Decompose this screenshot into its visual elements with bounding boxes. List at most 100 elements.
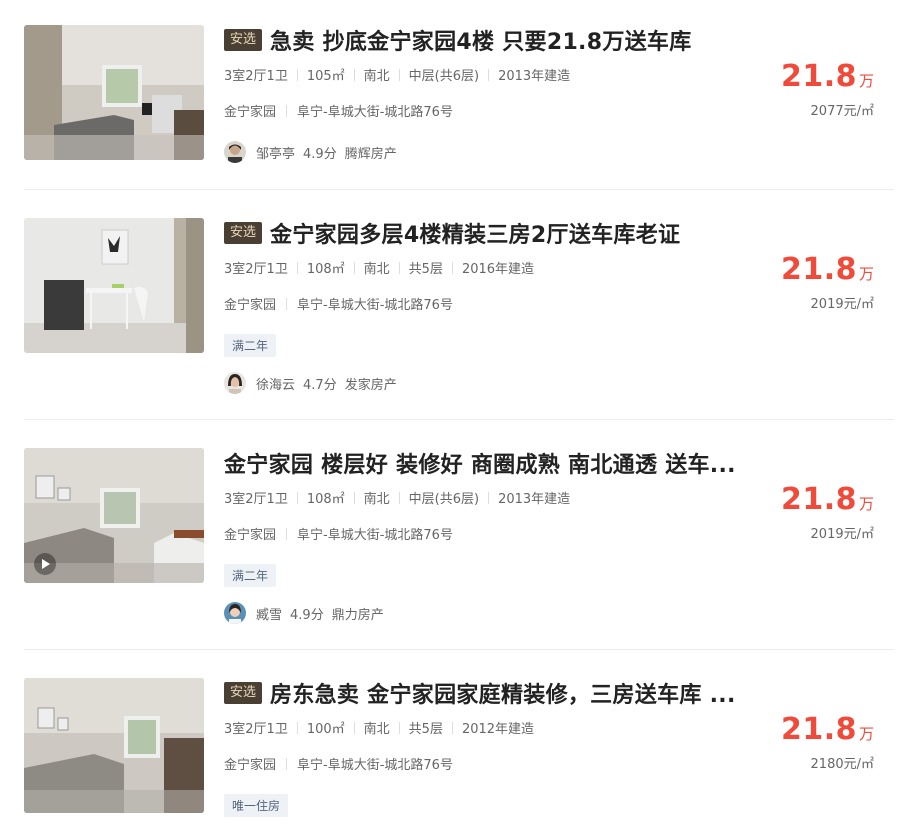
area: 108㎡ [306, 492, 345, 507]
listing-photo[interactable] [24, 25, 204, 160]
floor: 共5层 [408, 722, 443, 737]
address: 阜宁-阜城大街-城北路76号 [297, 298, 453, 313]
video-play-icon[interactable] [34, 553, 56, 575]
divider [286, 757, 288, 770]
listing-card[interactable]: 金宁家园 楼层好 装修好 商圈成熟 南北通透 送车... 3室2厅1卫 108㎡… [24, 448, 894, 650]
community-name[interactable]: 金宁家园 [224, 101, 276, 120]
floor: 中层(共6层) [408, 492, 480, 507]
address: 阜宁-阜城大街-城北路76号 [297, 528, 453, 543]
room-layout: 3室2厅1卫 [224, 262, 288, 277]
agent-name: 徐海云 [256, 377, 296, 393]
listing-card[interactable]: 安选 房东急卖 金宁家园家庭精装修，三房送车库 ... 3室2厅1卫 100㎡ … [24, 678, 894, 828]
listing-photo[interactable] [24, 218, 204, 353]
divider [398, 261, 400, 274]
divider [398, 721, 400, 734]
feature-tag: 满二年 [224, 564, 277, 587]
price-block: 21.8 万 2019元/㎡ [781, 482, 874, 542]
price-block: 21.8 万 2180元/㎡ [781, 712, 874, 772]
agent-info[interactable]: 邹亭亭 4.9分 腾辉房产 [224, 141, 397, 163]
agent-info[interactable]: 徐海云 4.7分 发家房产 [224, 372, 397, 394]
listing-photo[interactable] [24, 448, 204, 583]
divider [353, 68, 355, 81]
total-price: 21.8 [780, 712, 857, 747]
divider [353, 721, 355, 734]
price-unit: 万 [858, 265, 874, 283]
feature-tag: 满二年 [224, 334, 277, 357]
total-price: 21.8 [780, 482, 857, 517]
address: 阜宁-阜城大街-城北路76号 [297, 758, 453, 773]
agent-info[interactable]: 臧雪 4.9分 鼎力房产 [224, 602, 384, 624]
divider [286, 104, 288, 117]
unit-price: 2077元/㎡ [810, 104, 874, 119]
build-year: 2016年建造 [461, 262, 535, 277]
divider [451, 261, 453, 274]
listing-title[interactable]: 金宁家园 楼层好 装修好 商圈成熟 南北通透 送车... [224, 447, 736, 479]
divider [286, 297, 288, 310]
listing-location: 金宁家园 阜宁-阜城大街-城北路76号 [224, 101, 453, 120]
divider [398, 491, 400, 504]
divider [296, 68, 298, 81]
agent-avatar [224, 141, 246, 163]
agent-score: 4.9分 [303, 146, 337, 162]
listing-divider [24, 189, 894, 190]
listing-title[interactable]: 急卖 抄底金宁家园4楼 只要21.8万送车库 [270, 24, 692, 56]
listing-attributes: 3室2厅1卫 100㎡ 南北 共5层 2012年建造 [224, 718, 534, 737]
agent-company: 鼎力房产 [331, 607, 384, 623]
agent-avatar [224, 372, 246, 394]
floor: 中层(共6层) [408, 69, 480, 84]
divider [398, 68, 400, 81]
community-name[interactable]: 金宁家园 [224, 754, 276, 773]
listing-title-row[interactable]: 安选 金宁家园多层4楼精装三房2厅送车库老证 [224, 218, 784, 248]
listing-title-row[interactable]: 金宁家园 楼层好 装修好 商圈成熟 南北通透 送车... [224, 448, 784, 478]
listing-divider [24, 419, 894, 420]
listing-card[interactable]: 安选 金宁家园多层4楼精装三房2厅送车库老证 3室2厅1卫 108㎡ 南北 共5… [24, 218, 894, 420]
community-name[interactable]: 金宁家园 [224, 294, 276, 313]
area: 100㎡ [306, 722, 345, 737]
agent-name: 邹亭亭 [256, 146, 296, 162]
agent-score: 4.9分 [290, 607, 324, 623]
address: 阜宁-阜城大街-城北路76号 [297, 105, 453, 120]
divider [296, 261, 298, 274]
divider [488, 491, 490, 504]
listing-title-row[interactable]: 安选 急卖 抄底金宁家园4楼 只要21.8万送车库 [224, 25, 784, 55]
total-price: 21.8 [780, 59, 857, 94]
divider [451, 721, 453, 734]
listing-location: 金宁家园 阜宁-阜城大街-城北路76号 [224, 754, 453, 773]
total-price: 21.8 [780, 252, 857, 287]
unit-price: 2180元/㎡ [810, 757, 874, 772]
room-layout: 3室2厅1卫 [224, 69, 288, 84]
agent-name: 臧雪 [256, 607, 283, 623]
listing-attributes: 3室2厅1卫 108㎡ 南北 中层(共6层) 2013年建造 [224, 488, 570, 507]
listing-attributes: 3室2厅1卫 108㎡ 南北 共5层 2016年建造 [224, 258, 534, 277]
room-layout: 3室2厅1卫 [224, 492, 288, 507]
listing-title[interactable]: 金宁家园多层4楼精装三房2厅送车库老证 [270, 217, 680, 249]
orientation: 南北 [363, 492, 390, 507]
community-name[interactable]: 金宁家园 [224, 524, 276, 543]
anxuan-badge: 安选 [224, 29, 263, 51]
agent-company: 腾辉房产 [344, 146, 397, 162]
divider [296, 721, 298, 734]
listing-card[interactable]: 安选 急卖 抄底金宁家园4楼 只要21.8万送车库 3室2厅1卫 105㎡ 南北… [24, 25, 894, 190]
feature-tag: 唯一住房 [224, 794, 289, 817]
listing-title[interactable]: 房东急卖 金宁家园家庭精装修，三房送车库 ... [270, 677, 736, 709]
orientation: 南北 [363, 262, 390, 277]
orientation: 南北 [363, 722, 390, 737]
unit-price: 2019元/㎡ [810, 297, 874, 312]
anxuan-badge: 安选 [224, 222, 263, 244]
listing-location: 金宁家园 阜宁-阜城大街-城北路76号 [224, 294, 453, 313]
divider [286, 527, 288, 540]
area: 108㎡ [306, 262, 345, 277]
listing-location: 金宁家园 阜宁-阜城大街-城北路76号 [224, 524, 453, 543]
divider [353, 261, 355, 274]
listing-photo[interactable] [24, 678, 204, 813]
area: 105㎡ [306, 69, 345, 84]
listing-divider [24, 649, 894, 650]
listing-attributes: 3室2厅1卫 105㎡ 南北 中层(共6层) 2013年建造 [224, 65, 570, 84]
unit-price: 2019元/㎡ [810, 527, 874, 542]
listing-title-row[interactable]: 安选 房东急卖 金宁家园家庭精装修，三房送车库 ... [224, 678, 784, 708]
divider [353, 491, 355, 504]
price-unit: 万 [858, 725, 874, 743]
price-block: 21.8 万 2019元/㎡ [781, 252, 874, 312]
orientation: 南北 [363, 69, 390, 84]
agent-company: 发家房产 [344, 377, 397, 393]
